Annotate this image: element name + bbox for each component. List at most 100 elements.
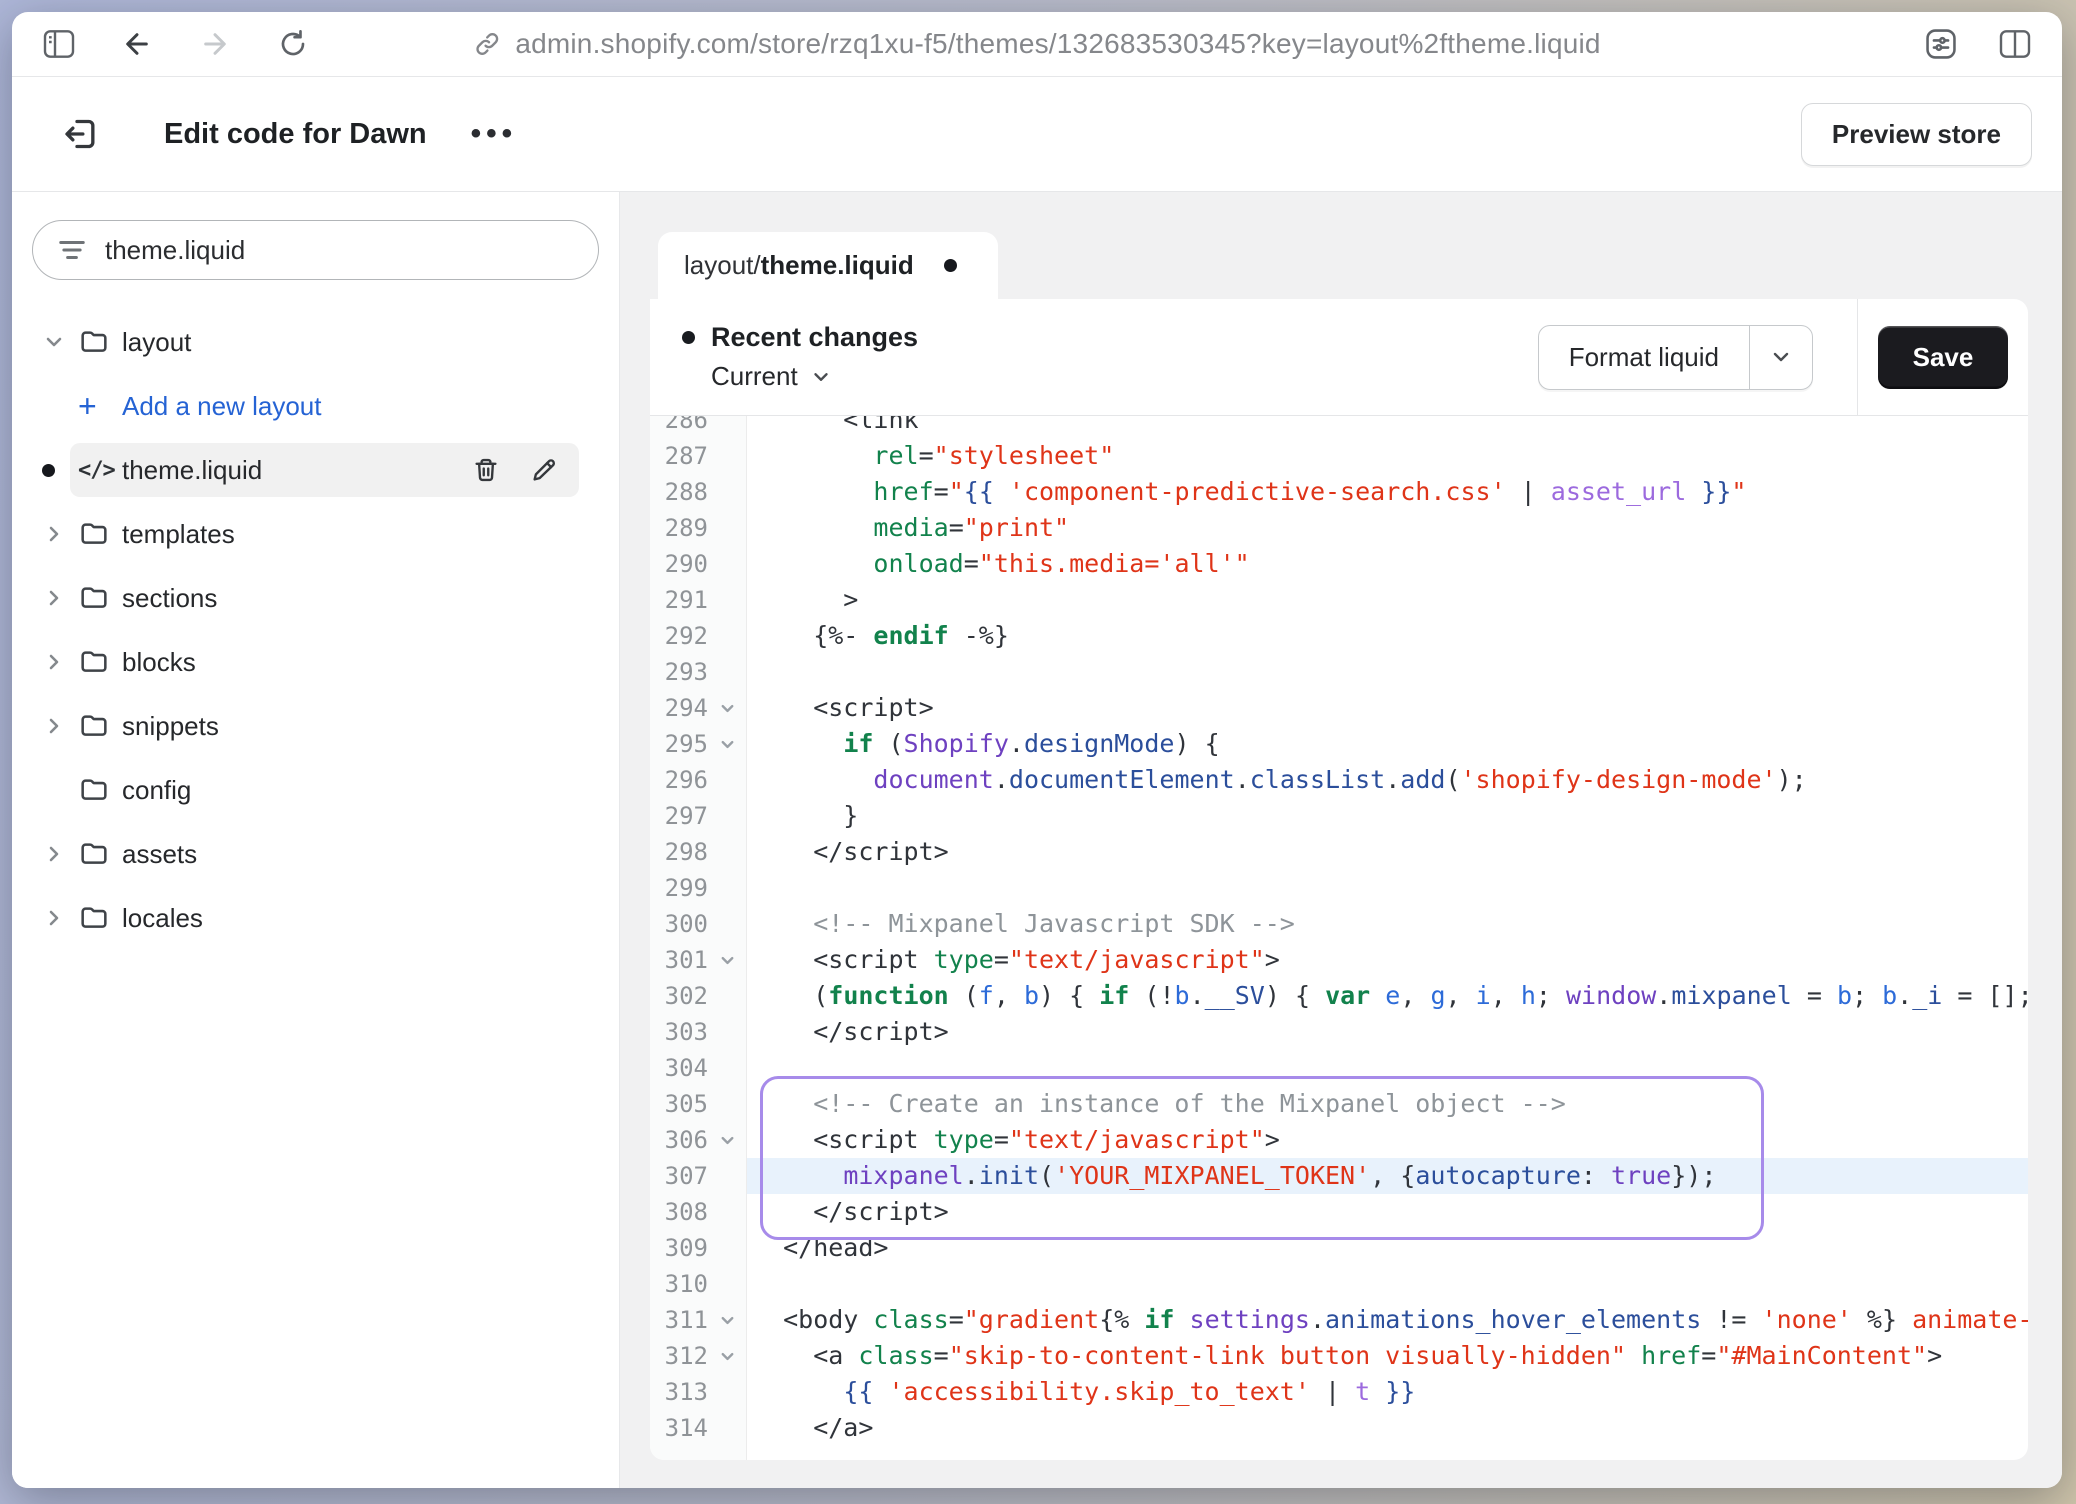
- fold-chevron-icon[interactable]: [708, 726, 747, 762]
- code-line-310[interactable]: 310: [650, 1266, 2028, 1302]
- code-line-290[interactable]: 290 onload="this.media='all'": [650, 546, 2028, 582]
- sidebar-folder-blocks[interactable]: blocks: [32, 630, 599, 694]
- code-line-311[interactable]: 311 <body class="gradient{% if settings.…: [650, 1302, 2028, 1338]
- line-number: 308: [650, 1194, 708, 1230]
- code-line-314[interactable]: 314 </a>: [650, 1410, 2028, 1446]
- code-line-296[interactable]: 296 document.documentElement.classList.a…: [650, 762, 2028, 798]
- code-text: </script>: [747, 1194, 2028, 1230]
- sidebar-folder-locales[interactable]: locales: [32, 886, 599, 950]
- unsaved-dot: [944, 259, 957, 272]
- code-line-297[interactable]: 297 }: [650, 798, 2028, 834]
- code-line-291[interactable]: 291 >: [650, 582, 2028, 618]
- sidebar-folder-sections[interactable]: sections: [32, 566, 599, 630]
- sidebar-folder-assets[interactable]: assets: [32, 822, 599, 886]
- code-line-300[interactable]: 300 <!-- Mixpanel Javascript SDK -->: [650, 906, 2028, 942]
- code-line-293[interactable]: 293: [650, 654, 2028, 690]
- code-line-308[interactable]: 308 </script>: [650, 1194, 2028, 1230]
- editor-card: Recent changes Current Format liquid: [650, 299, 2028, 1460]
- code-line-306[interactable]: 306 <script type="text/javascript">: [650, 1122, 2028, 1158]
- address-bar[interactable]: admin.shopify.com/store/rzq1xu-f5/themes…: [473, 28, 1600, 60]
- delete-file-icon[interactable]: [471, 455, 501, 485]
- fold-chevron-icon: [718, 1311, 737, 1330]
- chevron-right-icon[interactable]: [42, 906, 78, 930]
- code-line-299[interactable]: 299: [650, 870, 2028, 906]
- chevron-right-icon[interactable]: [42, 650, 78, 674]
- code-line-305[interactable]: 305 <!-- Create an instance of the Mixpa…: [650, 1086, 2028, 1122]
- code-text: <a class="skip-to-content-link button vi…: [747, 1338, 2028, 1374]
- code-line-303[interactable]: 303 </script>: [650, 1014, 2028, 1050]
- code-line-313[interactable]: 313 {{ 'accessibility.skip_to_text' | t …: [650, 1374, 2028, 1410]
- code-file-icon: </>: [78, 458, 122, 483]
- filter-icon: [57, 237, 87, 263]
- split-view-icon[interactable]: [1998, 27, 2032, 61]
- chevron-right-icon[interactable]: [42, 586, 78, 610]
- version-label: Current: [711, 361, 798, 392]
- code-line-292[interactable]: 292 {%- endif -%}: [650, 618, 2028, 654]
- folder-icon: [78, 326, 122, 358]
- line-number: 311: [650, 1302, 708, 1338]
- code-line-309[interactable]: 309 </head>: [650, 1230, 2028, 1266]
- chevron-right-icon: [42, 714, 66, 738]
- chevron-down-icon: [1769, 345, 1793, 369]
- sidebar-folder-templates[interactable]: templates: [32, 502, 599, 566]
- fold-chevron-icon[interactable]: [708, 1122, 747, 1158]
- format-options-caret[interactable]: [1749, 326, 1812, 389]
- code-text: <link: [747, 416, 2028, 438]
- recent-changes-dot: [682, 331, 695, 344]
- exit-editor-icon[interactable]: [60, 112, 104, 156]
- code-text: <!-- Create an instance of the Mixpanel …: [747, 1086, 2028, 1122]
- fold-chevron-icon[interactable]: [708, 690, 747, 726]
- code-line-304[interactable]: 304: [650, 1050, 2028, 1086]
- code-lines: 286 <link287 rel="stylesheet"288 href="{…: [650, 416, 2028, 1446]
- sidebar-panel-icon[interactable]: [42, 27, 76, 61]
- code-line-301[interactable]: 301 <script type="text/javascript">: [650, 942, 2028, 978]
- chevron-right-icon[interactable]: [42, 842, 78, 866]
- back-icon[interactable]: [120, 27, 154, 61]
- code-text: <!-- Mixpanel Javascript SDK -->: [747, 906, 2028, 942]
- fold-chevron-icon[interactable]: [708, 1338, 747, 1374]
- code-line-288[interactable]: 288 href="{{ 'component-predictive-searc…: [650, 474, 2028, 510]
- chevron-right-icon[interactable]: [42, 714, 78, 738]
- code-line-307[interactable]: 307 mixpanel.init('YOUR_MIXPANEL_TOKEN',…: [650, 1158, 2028, 1194]
- browser-window: admin.shopify.com/store/rzq1xu-f5/themes…: [12, 12, 2062, 1488]
- tree-item-label: theme.liquid: [122, 455, 262, 486]
- tab-theme-liquid[interactable]: layout/theme.liquid: [658, 232, 998, 299]
- sidebar-folder-snippets[interactable]: snippets: [32, 694, 599, 758]
- rename-file-icon[interactable]: [529, 455, 559, 485]
- chevron-down-icon[interactable]: [42, 330, 78, 354]
- format-liquid-label: Format liquid: [1539, 326, 1749, 389]
- fold-chevron-icon[interactable]: [708, 1302, 747, 1338]
- save-button[interactable]: Save: [1878, 326, 2009, 389]
- sidebar-file-theme-liquid[interactable]: </>theme.liquid: [32, 438, 599, 502]
- code-editor[interactable]: 286 <link287 rel="stylesheet"288 href="{…: [650, 416, 2028, 1460]
- code-line-312[interactable]: 312 <a class="skip-to-content-link butto…: [650, 1338, 2028, 1374]
- page-settings-icon[interactable]: [1924, 27, 1958, 61]
- code-line-287[interactable]: 287 rel="stylesheet": [650, 438, 2028, 474]
- forward-icon[interactable]: [198, 27, 232, 61]
- folder-icon: [78, 582, 122, 614]
- code-line-295[interactable]: 295 if (Shopify.designMode) {: [650, 726, 2028, 762]
- code-text: </script>: [747, 1014, 2028, 1050]
- file-search-input[interactable]: theme.liquid: [32, 220, 599, 280]
- code-line-289[interactable]: 289 media="print": [650, 510, 2028, 546]
- code-line-302[interactable]: 302 (function (f, b) { if (!b.__SV) { va…: [650, 978, 2028, 1014]
- code-line-294[interactable]: 294 <script>: [650, 690, 2028, 726]
- code-line-286[interactable]: 286 <link: [650, 416, 2028, 438]
- line-number: 301: [650, 942, 708, 978]
- url-text: admin.shopify.com/store/rzq1xu-f5/themes…: [515, 28, 1600, 60]
- fold-spacer: [708, 870, 747, 906]
- fold-chevron-icon[interactable]: [708, 942, 747, 978]
- sidebar-action-add-a-new-layout[interactable]: +Add a new layout: [32, 374, 599, 438]
- sidebar-folder-config[interactable]: config: [32, 758, 599, 822]
- version-dropdown[interactable]: Current: [711, 361, 918, 392]
- editor-column: layout/theme.liquid Recent changes Curre…: [620, 192, 2062, 1488]
- chevron-right-icon[interactable]: [42, 522, 78, 546]
- preview-store-button[interactable]: Preview store: [1801, 103, 2032, 166]
- reload-icon[interactable]: [276, 27, 310, 61]
- browser-toolbar: admin.shopify.com/store/rzq1xu-f5/themes…: [12, 12, 2062, 77]
- delete-icon: [471, 455, 501, 485]
- code-line-298[interactable]: 298 </script>: [650, 834, 2028, 870]
- sidebar-folder-layout[interactable]: layout: [32, 310, 599, 374]
- tab-file-name: theme.liquid: [761, 250, 914, 281]
- format-liquid-button[interactable]: Format liquid: [1538, 325, 1813, 390]
